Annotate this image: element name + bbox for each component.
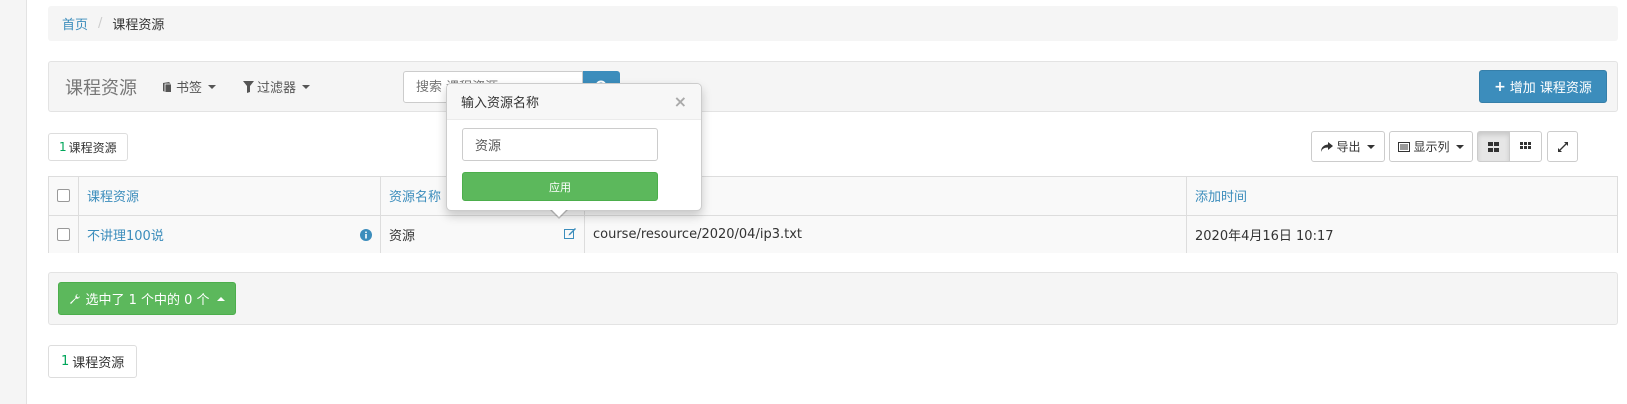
close-icon[interactable]: × (674, 92, 687, 111)
left-sidebar-rail (0, 0, 27, 404)
result-count-label: 课程资源 (72, 356, 125, 371)
bulk-selection-label: 选中了 1 个中的 0 个 (85, 293, 210, 308)
breadcrumb-separator: / (98, 16, 103, 31)
filter-label: 过滤器 (257, 81, 297, 96)
resource-name-input[interactable]: 资源 (462, 128, 658, 161)
popover-title: 输入资源名称 (461, 96, 540, 111)
result-count-number: 1 (59, 140, 67, 154)
share-icon (1321, 141, 1334, 152)
file-path-cell: course/resource/2020/04/ip3.txt (584, 215, 1187, 253)
grid-large-view-button[interactable] (1477, 131, 1510, 162)
caret-down-icon (302, 84, 311, 89)
book-icon (163, 81, 171, 92)
th-large-icon (1488, 141, 1499, 152)
result-count-badge: 1 课程资源 (48, 133, 128, 161)
header-panel: 课程资源 书签 过滤器 + 增加 课程资源 (48, 61, 1618, 112)
bookmark-label: 书签 (176, 81, 203, 96)
bulk-action-panel: 选中了 1 个中的 0 个 (48, 272, 1618, 325)
add-resource-label: 增加 课程资源 (1509, 81, 1592, 96)
apply-button[interactable]: 应用 (462, 172, 658, 201)
table-row: 不讲理100说 资源 course/resource/2020/04/ip3.t… (49, 215, 1617, 253)
edit-icon[interactable] (564, 227, 576, 239)
bookmark-dropdown-button[interactable]: 书签 (161, 77, 217, 96)
list-alt-icon (1398, 141, 1411, 152)
column-header-course-resource[interactable]: 课程资源 (78, 177, 381, 216)
caret-down-icon (1366, 144, 1375, 149)
columns-dropdown-button[interactable]: 显示列 (1389, 131, 1473, 162)
course-resource-link[interactable]: 不讲理100说 (87, 229, 164, 244)
wrench-icon (70, 293, 81, 304)
result-count-number: 1 (61, 354, 70, 369)
add-resource-button[interactable]: + 增加 课程资源 (1479, 70, 1607, 103)
columns-label: 显示列 (1413, 140, 1450, 154)
caret-down-icon (208, 84, 217, 89)
row-checkbox[interactable] (57, 227, 70, 241)
breadcrumb: 首页 / 课程资源 (48, 6, 1618, 41)
resource-table: 课程资源 资源名称 添加时间 不讲理100说 资源 course/resourc… (48, 176, 1618, 253)
select-all-checkbox[interactable] (57, 189, 70, 203)
export-label: 导出 (1336, 140, 1361, 154)
edit-resource-name-popover: 输入资源名称 × 资源 应用 (446, 83, 702, 219)
result-count-label: 课程资源 (68, 140, 117, 155)
caret-down-icon (1455, 144, 1464, 149)
filter-icon (243, 80, 254, 93)
resource-name-value: 资源 (389, 228, 416, 244)
result-count-badge-bottom: 1 课程资源 (48, 345, 138, 378)
export-dropdown-button[interactable]: 导出 (1311, 131, 1385, 162)
caret-up-icon (216, 296, 225, 301)
grid-small-view-button[interactable] (1509, 131, 1542, 162)
popover-arrow (550, 209, 568, 219)
filter-dropdown-button[interactable]: 过滤器 (243, 77, 311, 96)
table-header-row: 课程资源 资源名称 添加时间 (49, 177, 1617, 216)
column-header-added-time[interactable]: 添加时间 (1186, 177, 1617, 216)
expand-icon (1557, 141, 1568, 152)
plus-icon: + (1494, 78, 1506, 95)
page-title: 课程资源 (65, 78, 137, 99)
bulk-action-dropdown-button[interactable]: 选中了 1 个中的 0 个 (58, 282, 236, 315)
added-time-cell: 2020年4月16日 10:17 (1186, 215, 1617, 253)
th-icon (1520, 141, 1531, 149)
breadcrumb-home-link[interactable]: 首页 (62, 14, 88, 33)
fullscreen-button[interactable] (1547, 131, 1578, 162)
popover-header: 输入资源名称 × (447, 84, 701, 120)
breadcrumb-current: 课程资源 (112, 18, 165, 33)
info-circle-icon[interactable] (360, 228, 372, 241)
